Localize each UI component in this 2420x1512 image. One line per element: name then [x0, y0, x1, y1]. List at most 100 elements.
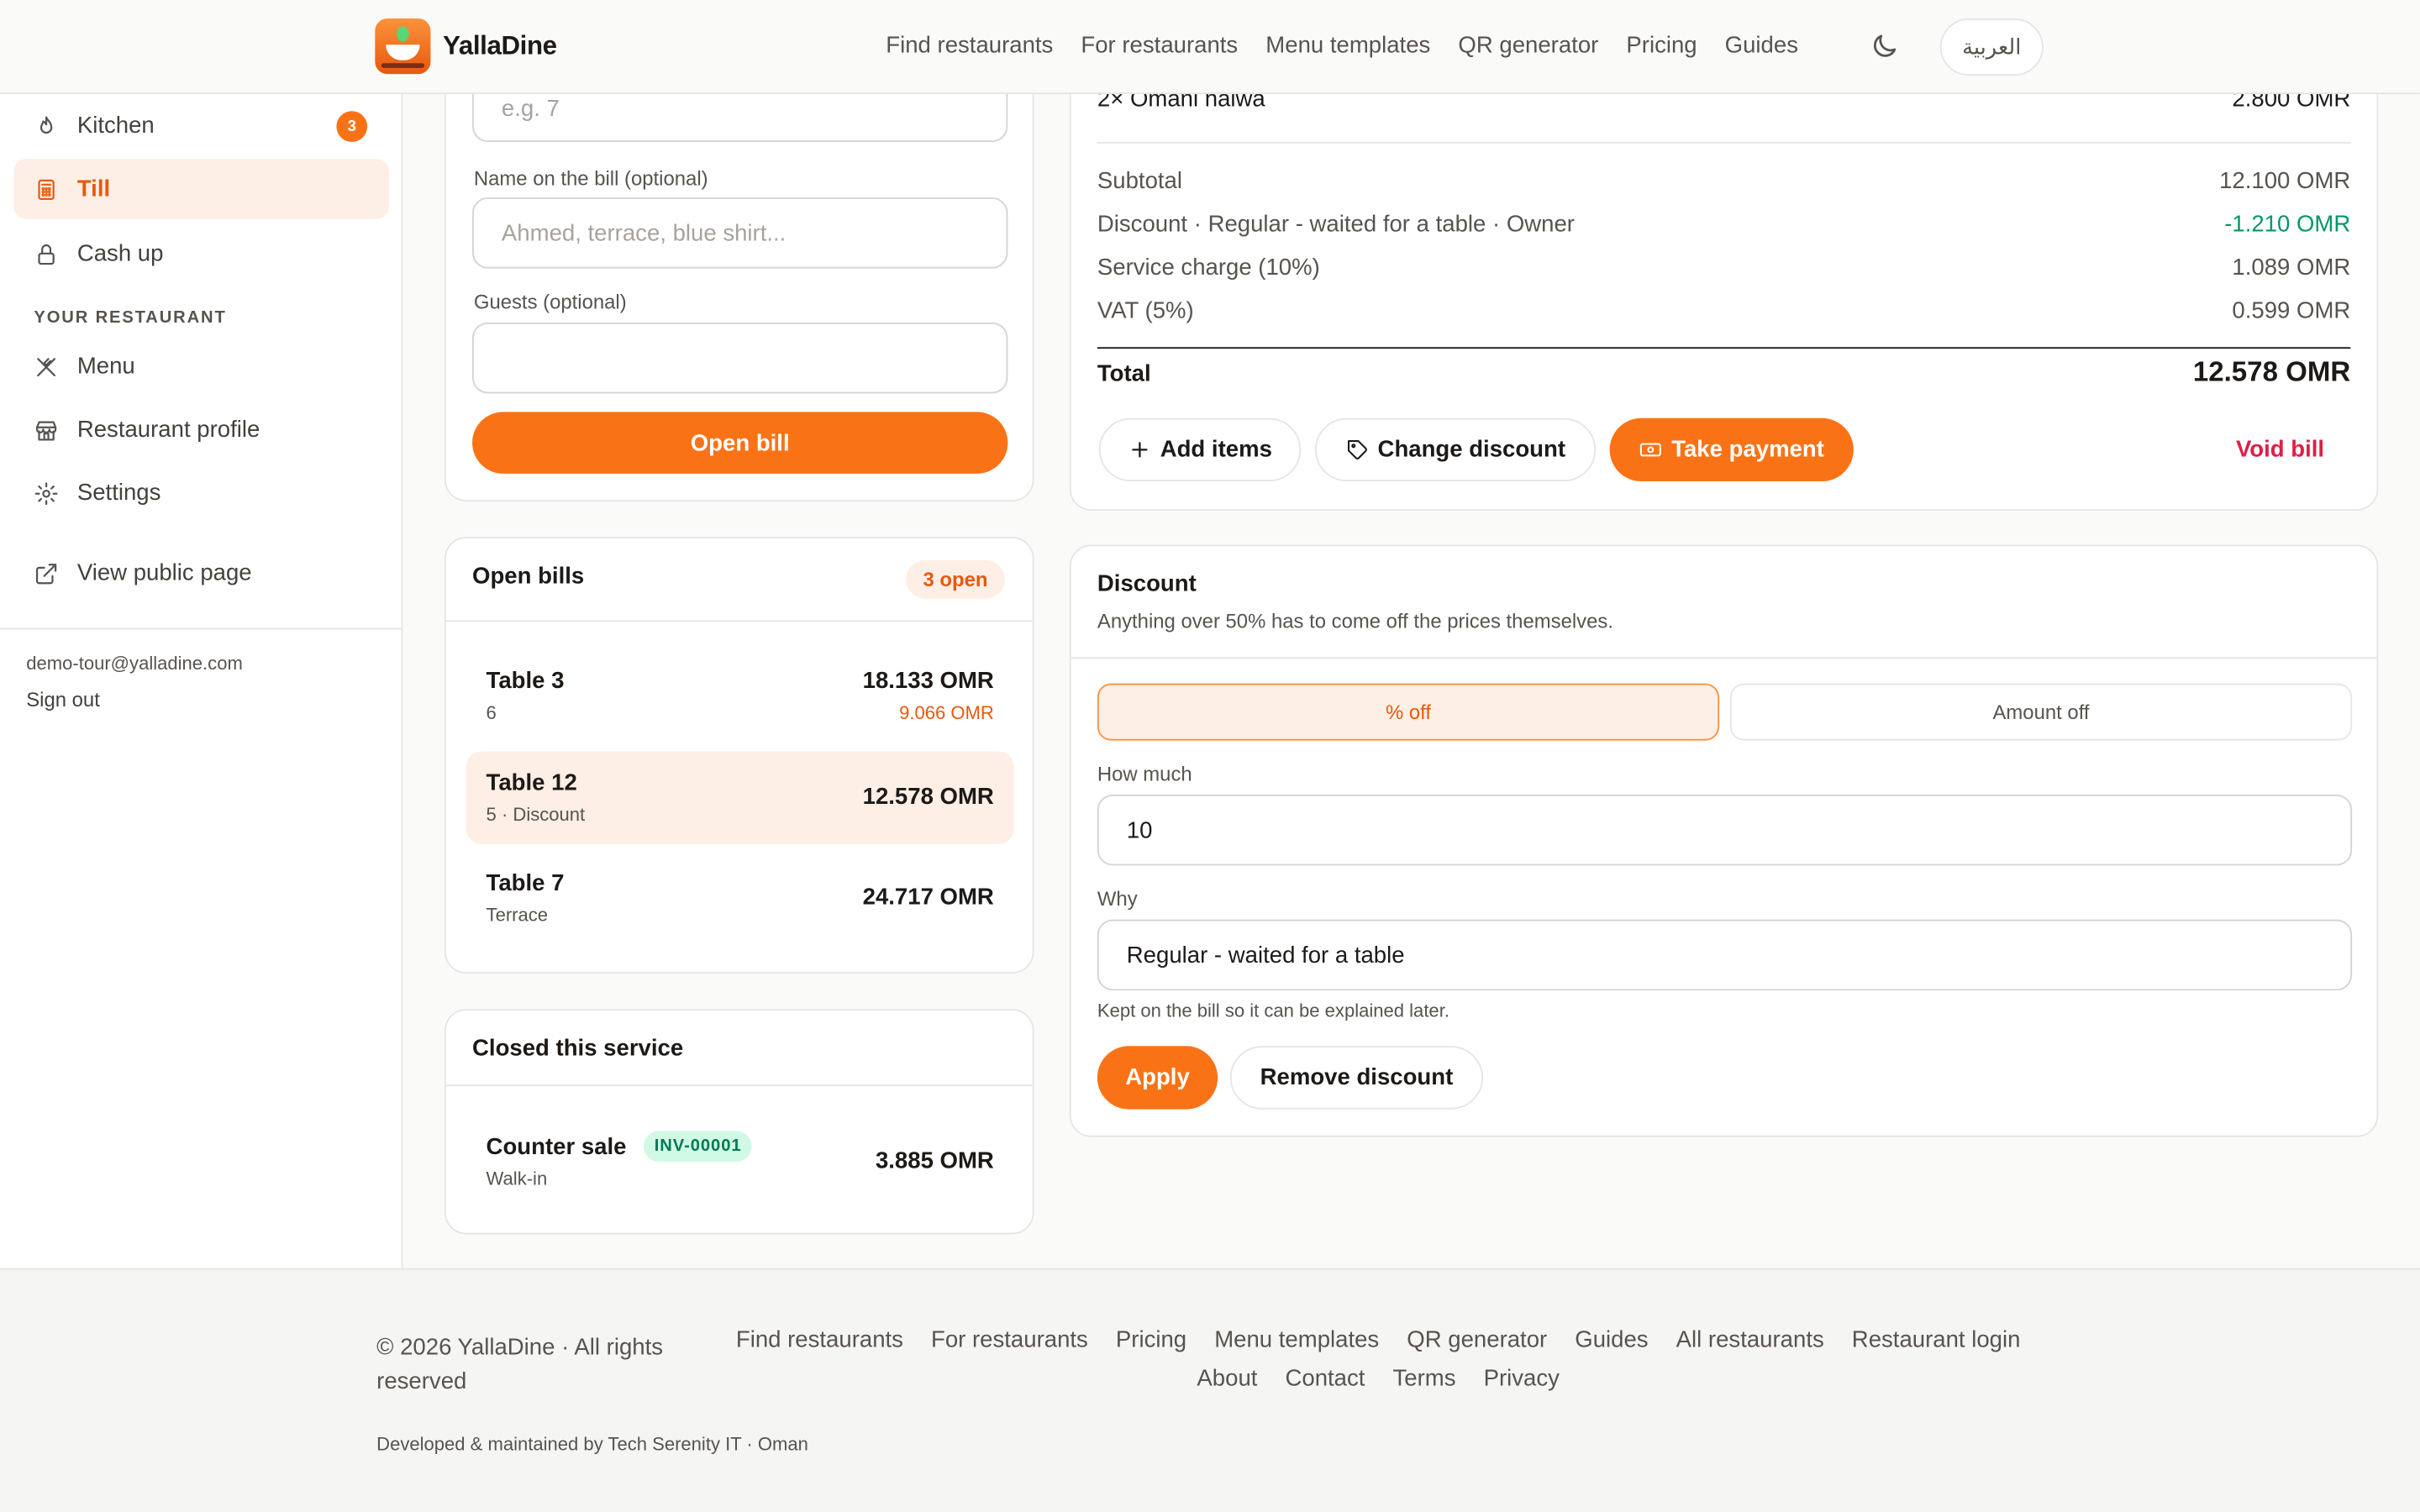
- sidebar-item-menu[interactable]: Menu: [14, 336, 389, 396]
- footer-link-all-restaurants[interactable]: All restaurants: [1676, 1327, 1824, 1353]
- cash-icon: [1639, 443, 1661, 457]
- change-discount-button[interactable]: Change discount: [1314, 417, 1597, 482]
- moon-icon[interactable]: [1869, 31, 1900, 62]
- footer-link-contact[interactable]: Contact: [1285, 1365, 1365, 1391]
- main-nav: Find restaurants For restaurants Menu te…: [886, 33, 1798, 59]
- sidebar-section-title: YOUR RESTAURANT: [34, 308, 227, 328]
- nav-qr-generator[interactable]: QR generator: [1458, 33, 1598, 59]
- bill-outstanding: 9.066 OMR: [899, 701, 994, 724]
- total-row: Total 12.578 OMR: [1097, 356, 2350, 389]
- nav-for-restaurants[interactable]: For restaurants: [1081, 33, 1238, 59]
- sidebar-item-restaurant-profile[interactable]: Restaurant profile: [14, 400, 389, 460]
- footer-link-restaurant-login[interactable]: Restaurant login: [1852, 1327, 2021, 1353]
- open-bills-title: Open bills: [472, 563, 585, 590]
- discount-amount-input[interactable]: 10: [1097, 794, 2353, 866]
- bill-name: Counter sale: [486, 1133, 627, 1161]
- closed-bills-title: Closed this service: [472, 1035, 684, 1062]
- gear-icon: [34, 481, 58, 505]
- subtotal-label: Subtotal: [1097, 168, 1182, 195]
- how-much-label: How much: [1097, 762, 1192, 785]
- footer-link-for-restaurants[interactable]: For restaurants: [931, 1327, 1088, 1353]
- discount-label: Discount · Regular - waited for a table …: [1097, 211, 1575, 238]
- footer-link-privacy[interactable]: Privacy: [1484, 1365, 1560, 1391]
- sidebar-item-till[interactable]: Till: [13, 159, 389, 219]
- sidebar-item-label: Till: [76, 176, 111, 202]
- top-navbar: YallaDine Find restaurants For restauran…: [0, 0, 2420, 95]
- bill-row-table-7[interactable]: Table 7 Terrace 24.717 OMR: [466, 852, 1014, 944]
- sidebar-item-label: Kitchen: [76, 113, 155, 139]
- vat-value: 0.599 OMR: [2232, 297, 2351, 324]
- footer-copyright: © 2026 YallaDine · All rights reserved: [376, 1334, 664, 1395]
- calculator-icon: [38, 178, 55, 200]
- sidebar-item-settings[interactable]: Settings: [14, 463, 389, 523]
- open-bills-card: Open bills 3 open Table 3 6 18.133 OMR 9…: [444, 537, 1034, 974]
- total-divider: [1097, 347, 2351, 349]
- bill-name: Table 3: [486, 668, 565, 695]
- new-bill-card: e.g. 7 Name on the bill (optional) Ahmed…: [444, 46, 1034, 501]
- nav-find-restaurants[interactable]: Find restaurants: [886, 33, 1053, 59]
- divider: [1097, 141, 2351, 144]
- guests-input[interactable]: [472, 322, 1008, 394]
- add-items-button[interactable]: Add items: [1098, 417, 1302, 482]
- sidebar-item-cash-up[interactable]: Cash up: [14, 223, 389, 284]
- footer-link-terms[interactable]: Terms: [1393, 1365, 1456, 1391]
- discount-reason-hint: Kept on the bill so it can be explained …: [1097, 1000, 1449, 1021]
- amount-off-toggle[interactable]: Amount off: [1729, 683, 2353, 741]
- service-charge-row: Service charge (10%) 1.089 OMR: [1097, 255, 2350, 281]
- bill-row-table-3[interactable]: Table 3 6 18.133 OMR 9.066 OMR: [466, 649, 1014, 742]
- sidebar-item-label: Cash up: [76, 240, 164, 267]
- store-icon: [35, 420, 57, 440]
- total-value: 12.578 OMR: [2192, 356, 2351, 388]
- discount-row: Discount · Regular - waited for a table …: [1097, 212, 2350, 238]
- sidebar-item-label: Restaurant profile: [76, 416, 260, 444]
- discount-header: Discount Anything over 50% has to come o…: [1071, 546, 2377, 659]
- apply-discount-button[interactable]: Apply: [1097, 1046, 1218, 1110]
- bill-guests: 5 · Discount: [486, 803, 586, 826]
- bill-guests: 6: [486, 701, 497, 724]
- service-charge-label: Service charge (10%): [1097, 255, 1320, 281]
- footer-link-qr-generator[interactable]: QR generator: [1407, 1327, 1547, 1353]
- bill-detail-card: 2× Omani halwa 2.800 OMR Subtotal 12.100…: [1069, 46, 2379, 511]
- sidebar-item-view-public-page[interactable]: View public page: [14, 543, 389, 604]
- open-bills-header: Open bills 3 open: [445, 538, 1033, 622]
- bill-amount: 18.133 OMR: [862, 668, 994, 695]
- service-charge-value: 1.089 OMR: [2232, 255, 2351, 281]
- footer-link-find-restaurants[interactable]: Find restaurants: [736, 1327, 903, 1353]
- invoice-badge: INV-00001: [643, 1131, 753, 1163]
- bill-name-input[interactable]: Ahmed, terrace, blue shirt...: [472, 197, 1008, 269]
- void-bill-button[interactable]: Void bill: [2236, 437, 2324, 463]
- footer-link-guides[interactable]: Guides: [1575, 1327, 1648, 1353]
- nav-pricing[interactable]: Pricing: [1626, 33, 1697, 59]
- sidebar-item-label: View public page: [76, 559, 252, 586]
- discount-reason-input[interactable]: Regular - waited for a table: [1097, 919, 2353, 991]
- nav-guides[interactable]: Guides: [1725, 33, 1798, 59]
- footer-link-menu-templates[interactable]: Menu templates: [1214, 1327, 1379, 1353]
- kitchen-count-badge: 3: [336, 111, 368, 142]
- open-count-badge: 3 open: [906, 559, 1005, 599]
- flame-icon: [39, 115, 53, 134]
- remove-discount-button[interactable]: Remove discount: [1229, 1046, 1484, 1110]
- bill-note: Walk-in: [486, 1168, 548, 1190]
- footer-link-pricing[interactable]: Pricing: [1116, 1327, 1186, 1353]
- footer-links: Find restaurants For restaurants Pricing…: [707, 1327, 2049, 1392]
- subtotal-value: 12.100 OMR: [2219, 168, 2351, 195]
- closed-bill-row[interactable]: Counter sale INV-00001 Walk-in 3.885 OMR: [466, 1114, 1014, 1206]
- open-bill-button[interactable]: Open bill: [472, 412, 1008, 474]
- why-label: Why: [1097, 887, 1138, 911]
- guests-label: Guests (optional): [473, 290, 627, 313]
- sidebar-item-kitchen[interactable]: Kitchen 3: [14, 96, 389, 156]
- language-toggle-button[interactable]: العربية: [1939, 18, 2044, 76]
- take-payment-button[interactable]: Take payment: [1609, 417, 1854, 482]
- vat-row: VAT (5%) 0.599 OMR: [1097, 297, 2350, 323]
- bill-amount: 24.717 OMR: [862, 884, 994, 911]
- percent-off-toggle[interactable]: % off: [1097, 683, 1720, 741]
- discount-card: Discount Anything over 50% has to come o…: [1069, 544, 2379, 1137]
- user-email: demo-tour@yalladine.com: [26, 652, 243, 675]
- footer-link-about[interactable]: About: [1197, 1365, 1257, 1391]
- brand[interactable]: YallaDine: [375, 18, 557, 75]
- sign-out-link[interactable]: Sign out: [26, 688, 100, 711]
- vat-label: VAT (5%): [1097, 297, 1194, 324]
- nav-menu-templates[interactable]: Menu templates: [1265, 33, 1430, 59]
- discount-subtitle: Anything over 50% has to come off the pr…: [1097, 609, 1613, 633]
- bill-row-table-12[interactable]: Table 12 5 · Discount 12.578 OMR: [466, 751, 1014, 844]
